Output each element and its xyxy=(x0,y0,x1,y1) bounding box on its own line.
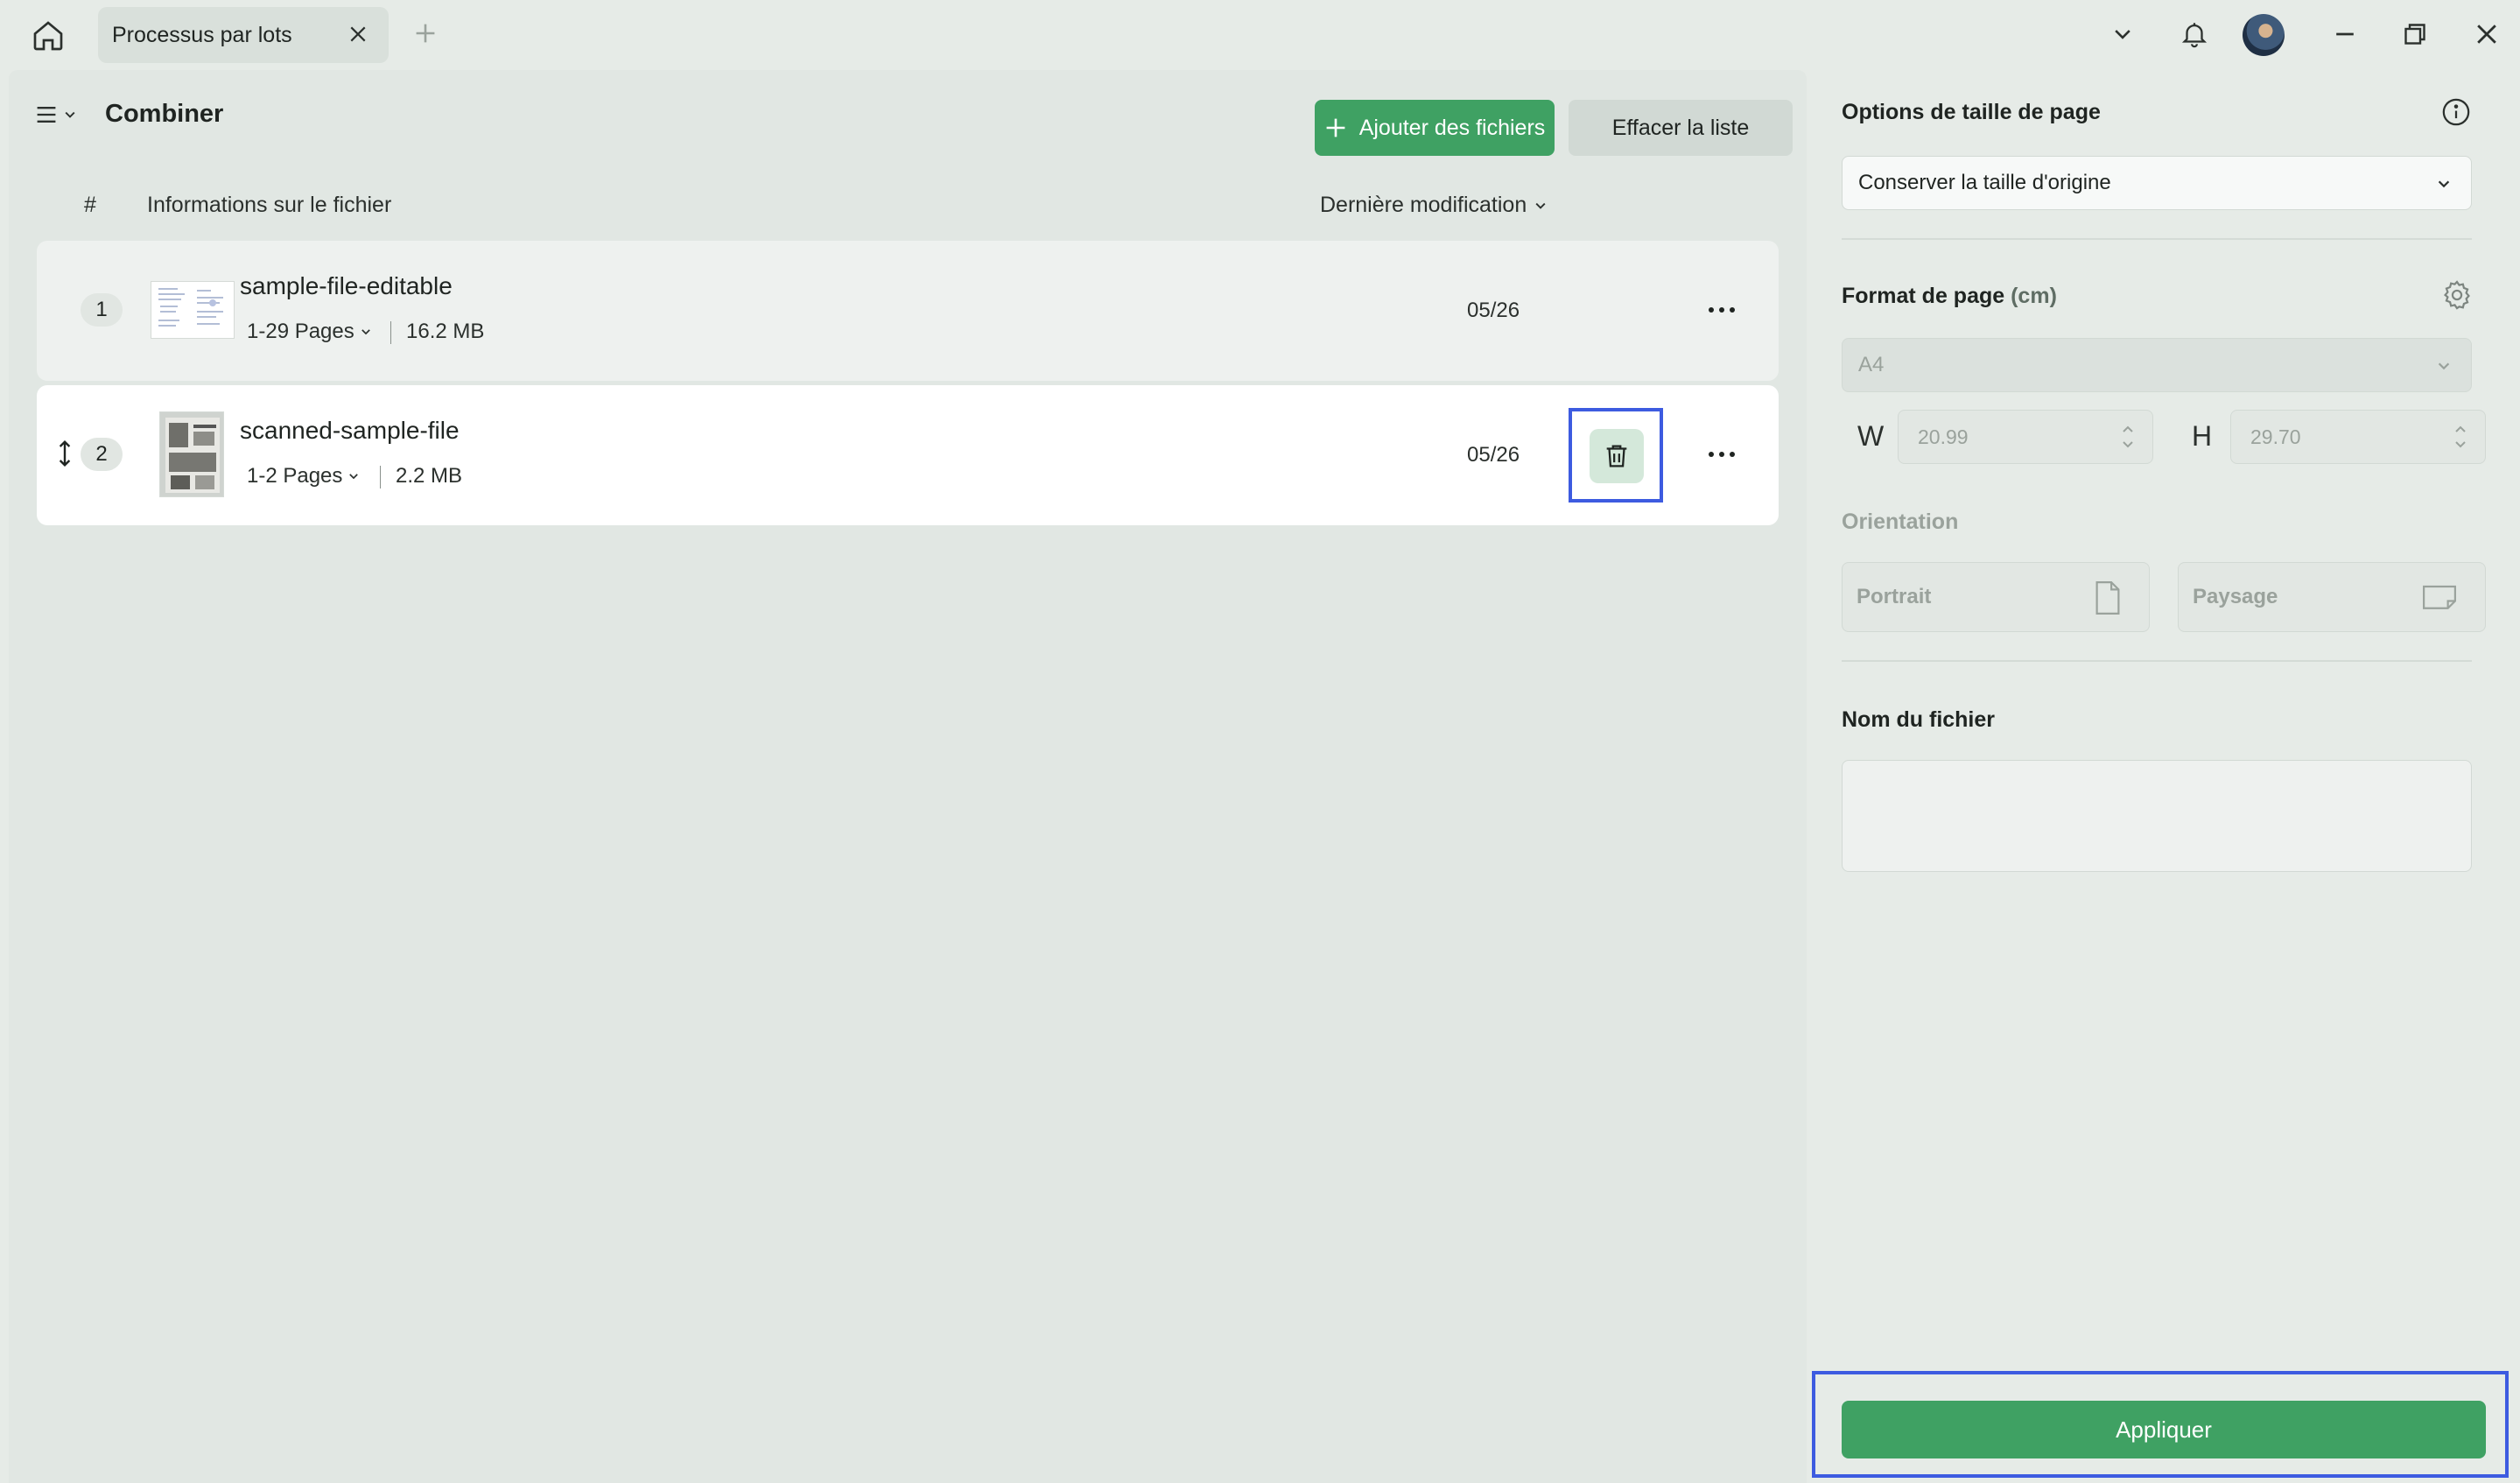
clear-list-button[interactable]: Effacer la liste xyxy=(1569,100,1793,156)
file-name: scanned-sample-file xyxy=(240,417,460,444)
page-size-select[interactable]: Conserver la taille d'origine xyxy=(1842,156,2472,210)
gear-icon[interactable] xyxy=(2439,277,2475,313)
page-size-options-label: Options de taille de page xyxy=(1842,100,2101,124)
section-divider xyxy=(1842,238,2472,240)
portrait-button[interactable]: Portrait xyxy=(1842,562,2150,632)
close-icon[interactable] xyxy=(343,19,373,49)
page-format-select[interactable]: A4 xyxy=(1842,338,2472,392)
column-last-modified-label: Dernière modification xyxy=(1320,193,1527,217)
modified-date: 05/26 xyxy=(1467,299,1520,322)
landscape-icon xyxy=(2423,585,2456,609)
height-input[interactable]: 29.70 xyxy=(2230,410,2486,464)
divider xyxy=(380,466,381,488)
page-format-unit: (cm) xyxy=(2011,284,2057,308)
highlight-outline xyxy=(1569,408,1663,503)
avatar[interactable] xyxy=(2243,14,2285,56)
page-range-label: 1-29 Pages xyxy=(247,320,354,343)
tab-batch[interactable]: Processus par lots xyxy=(98,7,389,63)
options-panel: Options de taille de page Conserver la t… xyxy=(1815,70,2520,1483)
filename-input[interactable] xyxy=(1842,760,2472,872)
list-header: Combiner Ajouter des fichiers Effacer la… xyxy=(9,86,1807,156)
page-range-dropdown[interactable]: 1-2 Pages xyxy=(247,464,360,488)
table-row[interactable]: 2 scanned-sample-file 1-2 Pages 2.2 MB 0… xyxy=(37,385,1779,525)
page-format-value: A4 xyxy=(1858,353,1885,376)
height-label: H xyxy=(2192,420,2213,452)
trash-icon xyxy=(1606,445,1627,467)
file-size: 2.2 MB xyxy=(396,464,463,488)
file-size: 16.2 MB xyxy=(406,320,485,343)
apply-button[interactable]: Appliquer xyxy=(1842,1401,2486,1458)
width-input[interactable]: 20.99 xyxy=(1898,410,2153,464)
home-icon[interactable] xyxy=(26,14,70,58)
info-icon[interactable] xyxy=(2440,96,2472,128)
chevron-down-icon xyxy=(1535,202,1546,209)
column-file-info: Informations sur le fichier xyxy=(147,193,392,217)
restore-icon[interactable] xyxy=(2395,14,2435,54)
width-value: 20.99 xyxy=(1918,425,1969,448)
stepper-icon[interactable] xyxy=(2121,421,2135,453)
column-last-modified[interactable]: Dernière modification xyxy=(1320,193,1548,218)
chevron-down-icon xyxy=(2438,362,2450,370)
chevron-down-icon xyxy=(2438,180,2450,188)
add-files-button[interactable]: Ajouter des fichiers xyxy=(1315,100,1555,156)
row-index-badge: 2 xyxy=(81,438,123,471)
page-title: Combiner xyxy=(105,100,224,128)
chevron-down-icon xyxy=(349,474,359,480)
title-bar: Processus par lots xyxy=(0,0,2520,70)
section-divider xyxy=(1842,660,2472,662)
orientation-label: Orientation xyxy=(1842,510,1959,534)
drag-handle-icon[interactable] xyxy=(54,438,75,469)
portrait-label: Portrait xyxy=(1857,585,1932,608)
stepper-icon[interactable] xyxy=(2453,421,2467,453)
landscape-label: Paysage xyxy=(2193,585,2278,608)
divider xyxy=(390,321,391,344)
portrait-icon xyxy=(2095,581,2120,615)
add-files-label: Ajouter des fichiers xyxy=(1358,115,1546,140)
file-name: sample-file-editable xyxy=(240,272,453,299)
file-list-panel: Combiner Ajouter des fichiers Effacer la… xyxy=(9,70,1807,1483)
landscape-button[interactable]: Paysage xyxy=(2178,562,2486,632)
more-options-icon[interactable] xyxy=(1700,295,1744,325)
menu-icon[interactable] xyxy=(35,100,88,130)
table-row[interactable]: 1 sample-file-editable 1-29 Pages 16.2 M… xyxy=(37,241,1779,381)
file-thumbnail xyxy=(151,281,235,339)
delete-button[interactable] xyxy=(1590,429,1644,483)
file-thumbnail xyxy=(159,411,224,497)
plus-icon[interactable] xyxy=(408,16,443,51)
modified-date: 05/26 xyxy=(1467,443,1520,467)
width-label: W xyxy=(1857,420,1885,452)
page-range-dropdown[interactable]: 1-29 Pages xyxy=(247,320,372,344)
filename-label: Nom du fichier xyxy=(1842,707,1996,732)
tab-label: Processus par lots xyxy=(112,23,292,47)
more-options-icon[interactable] xyxy=(1700,439,1744,469)
chevron-down-icon xyxy=(361,329,370,335)
row-index-badge: 1 xyxy=(81,293,123,327)
clear-list-label: Effacer la liste xyxy=(1611,115,1750,140)
height-value: 29.70 xyxy=(2250,425,2301,448)
page-format-label: Format de page (cm) xyxy=(1842,284,2057,308)
column-index: # xyxy=(84,193,96,217)
page-size-value: Conserver la taille d'origine xyxy=(1858,171,2111,194)
minimize-icon[interactable] xyxy=(2325,14,2365,54)
close-window-icon[interactable] xyxy=(2467,14,2507,54)
chevron-down-icon[interactable] xyxy=(2102,14,2143,54)
bell-icon[interactable] xyxy=(2174,14,2215,54)
page-range-label: 1-2 Pages xyxy=(247,464,343,488)
apply-label: Appliquer xyxy=(2116,1416,2212,1443)
